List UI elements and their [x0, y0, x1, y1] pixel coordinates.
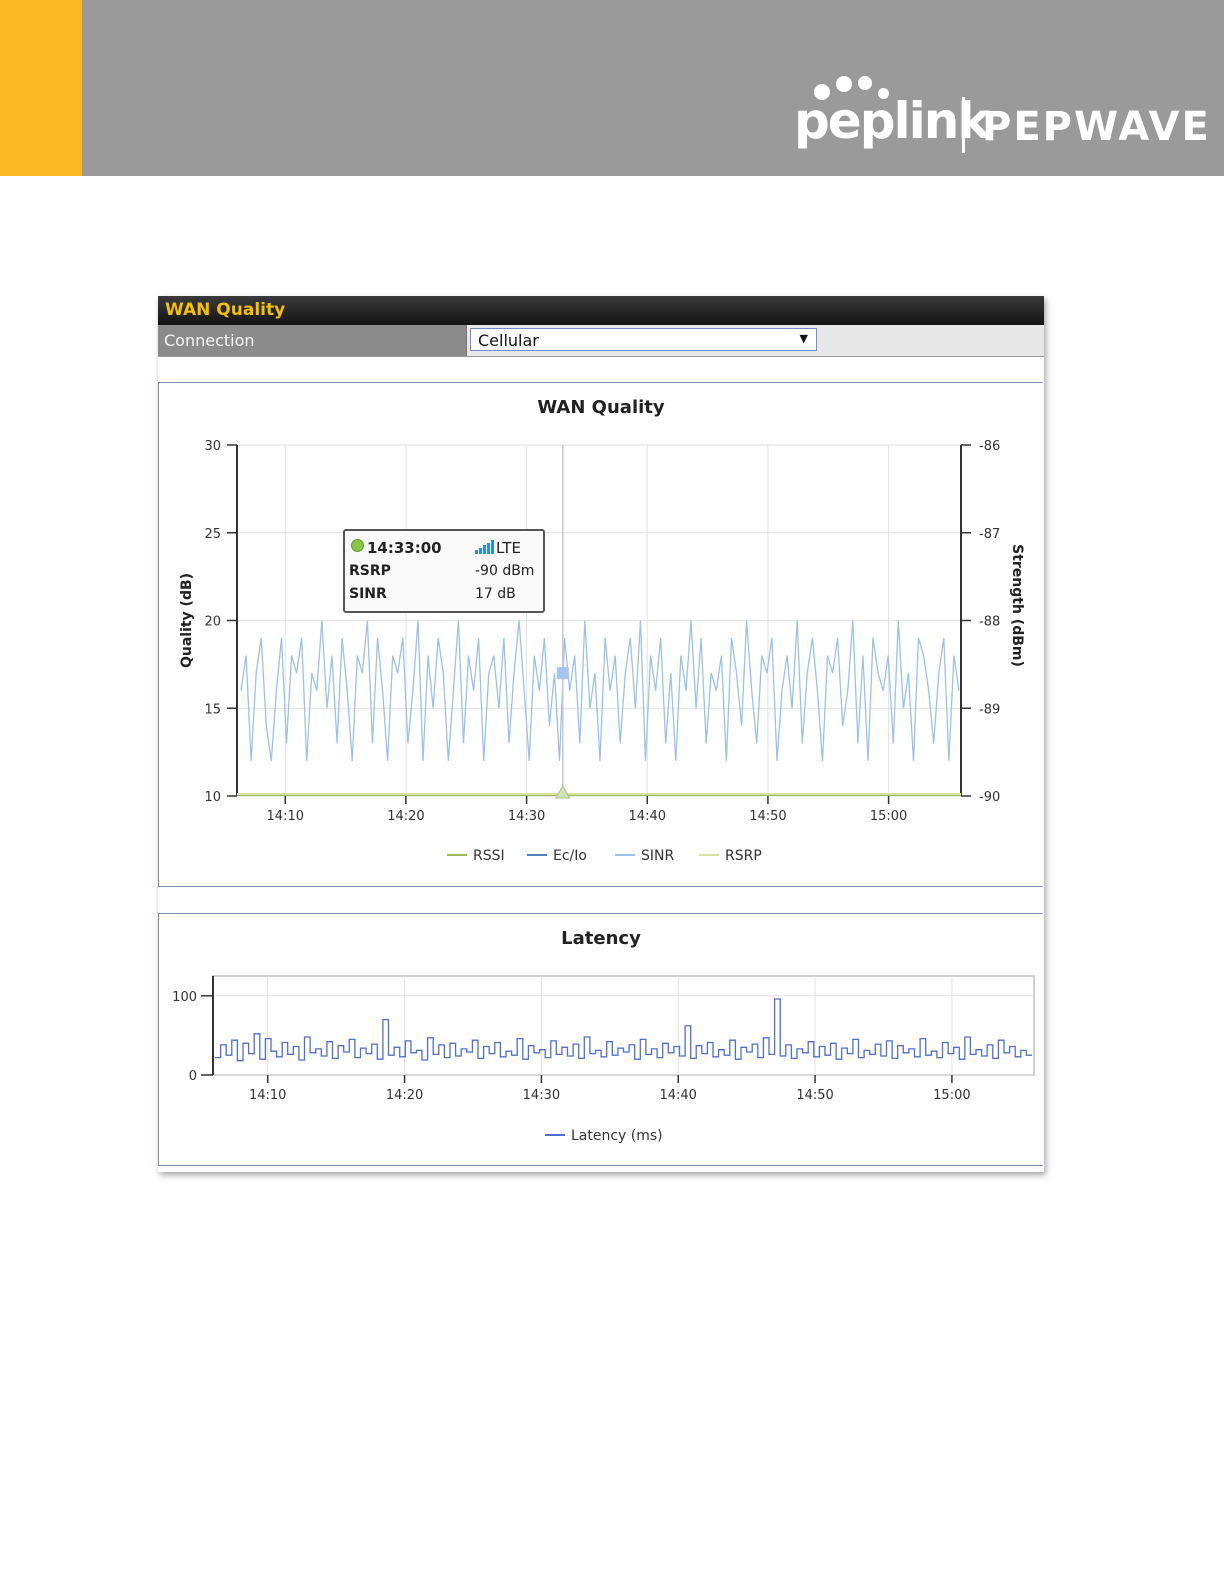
legend-label: Ec/Io [553, 848, 587, 864]
logo-pepwave-text: PEPWAVE [982, 104, 1211, 150]
wan-quality-chart: WAN Quality 10 15 20 25 30 -90 -89 -88 -87 -86 14:… [179, 397, 1025, 864]
y-tick-label: 30 [204, 439, 221, 454]
tooltip-sinr-value: 17 dB [475, 586, 516, 602]
rssi-hover-marker [554, 785, 571, 799]
y2-tick-label: -89 [979, 702, 1000, 717]
latency-chart-box: Latency 0 100 14:10 14:20 14:30 14:40 14:50 15:… [158, 913, 1043, 1166]
x-tick-label: 14:40 [629, 809, 666, 824]
chart-title: Latency [561, 928, 641, 949]
chart-title: WAN Quality [537, 397, 665, 418]
wan-quality-panel: WAN Quality Connection Cellular ▼ WAN Qu… [158, 296, 1044, 1172]
tooltip-network: LTE [496, 539, 521, 557]
signal-bars-icon [475, 540, 497, 554]
x-tick-label: 14:50 [796, 1088, 833, 1103]
tooltip-rsrp-value: -90 dBm [475, 563, 535, 579]
x-tick-label: 14:30 [523, 1088, 560, 1103]
legend-label: RSRP [725, 848, 762, 864]
connection-label: Connection [164, 331, 255, 350]
legend-label: RSSI [473, 848, 505, 864]
x-tick-label: 14:30 [508, 809, 545, 824]
x-tick-label: 14:50 [749, 809, 786, 824]
tooltip-rsrp-label: RSRP [349, 563, 391, 579]
legend-label: Latency (ms) [571, 1128, 663, 1144]
y2-tick-label: -86 [979, 439, 1000, 454]
panel-title: WAN Quality [165, 300, 286, 320]
x-tick-label: 14:10 [267, 809, 304, 824]
latency-chart: Latency 0 100 14:10 14:20 14:30 14:40 14:50 15:… [172, 928, 1035, 1144]
brand-logo: peplink PEPWAVE [790, 70, 1209, 160]
x-tick-label: 15:00 [933, 1088, 970, 1103]
y-tick-label: 20 [204, 615, 221, 630]
y-tick-label: 10 [204, 790, 221, 805]
sinr-series-line [240, 620, 960, 761]
latency-series-line [215, 998, 1032, 1062]
y2-axis-label: Strength (dBm) [1009, 544, 1025, 667]
panel-header: WAN Quality [158, 296, 1044, 325]
plot-frame [212, 975, 1035, 1076]
y-tick-label: 15 [204, 702, 221, 717]
banner-accent-stripe [0, 0, 82, 176]
sinr-hover-marker [556, 667, 569, 680]
y-tick-label: 25 [204, 527, 221, 542]
wan-quality-chart-box: WAN Quality 10 15 20 25 30 -90 -89 -88 -87 -86 14:… [158, 382, 1043, 887]
connection-select[interactable]: Cellular ▼ [470, 328, 817, 351]
connection-row: Connection Cellular ▼ [158, 325, 1044, 357]
y-axis-label: Quality (dB) [179, 573, 195, 668]
y2-tick-label: -87 [979, 527, 1000, 542]
clock-icon [351, 539, 364, 552]
x-tick-label: 15:00 [870, 809, 907, 824]
y2-tick-label: -90 [979, 790, 1000, 805]
y-tick-label: 0 [189, 1069, 197, 1084]
connection-label-cell: Connection [158, 325, 467, 356]
connection-select-value: Cellular [478, 331, 539, 350]
y-tick-label: 100 [172, 990, 197, 1005]
legend-label: SINR [641, 848, 674, 864]
chart-tooltip: 14:33:00 LTE RSRP -90 dBm SINR 17 dB [343, 529, 545, 613]
x-tick-label: 14:20 [386, 1088, 423, 1103]
x-tick-label: 14:40 [659, 1088, 696, 1103]
chevron-down-icon: ▼ [799, 332, 808, 345]
tooltip-sinr-label: SINR [349, 586, 387, 602]
x-tick-label: 14:20 [387, 809, 424, 824]
tooltip-time: 14:33:00 [367, 539, 442, 557]
x-tick-label: 14:10 [249, 1088, 286, 1103]
logo-divider [962, 97, 965, 153]
y2-tick-label: -88 [979, 615, 1000, 630]
logo-peplink-text: peplink [794, 92, 991, 150]
